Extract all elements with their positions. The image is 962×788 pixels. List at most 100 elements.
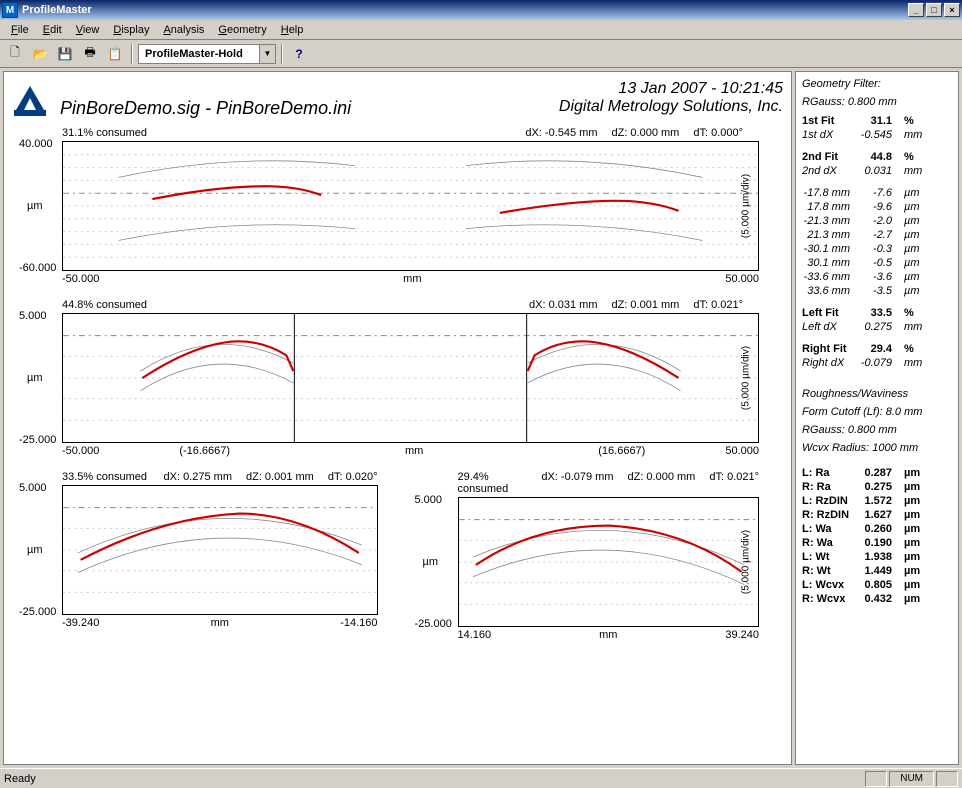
dev-val: -0.5 xyxy=(858,256,904,270)
plot4-dx: dX: -0.079 mm xyxy=(541,471,613,495)
plot2-ymax: 5.000 xyxy=(19,310,47,322)
plot2[interactable]: 5.000 µm -25.000 (5.000 µm/div) xyxy=(62,313,759,443)
rw-hdr: Roughness/Waviness xyxy=(802,388,952,400)
file-names: PinBoreDemo.sig - PinBoreDemo.ini xyxy=(60,98,351,119)
dev-unit: µm xyxy=(904,186,952,200)
plot1-ymin: -60.000 xyxy=(19,262,56,274)
plot4[interactable]: 5.000 µm -25.000 (5.000 µm/div) xyxy=(458,497,760,627)
plot4-yscale: (5.000 µm/div) xyxy=(740,530,751,594)
menu-help[interactable]: Help xyxy=(274,22,311,38)
dev-val: -3.5 xyxy=(858,284,904,298)
rw-unit: µm xyxy=(904,494,952,508)
rw-unit: µm xyxy=(904,536,952,550)
plot1-xmax: 50.000 xyxy=(725,273,759,285)
plot3-xmin: -39.240 xyxy=(62,617,99,629)
dev-val: -7.6 xyxy=(858,186,904,200)
rw-unit: µm xyxy=(904,466,952,480)
plot1-yunit: µm xyxy=(27,200,43,212)
rw-unit: µm xyxy=(904,480,952,494)
plot2-xmark1: (-16.6667) xyxy=(179,445,230,457)
plot3[interactable]: 5.000 µm -25.000 xyxy=(62,485,378,615)
fit2-unit: % xyxy=(904,150,952,164)
dev-unit: µm xyxy=(904,242,952,256)
save-button[interactable]: 💾 xyxy=(54,43,76,65)
window-title: ProfileMaster xyxy=(22,4,908,16)
dev-unit: µm xyxy=(904,270,952,284)
plot1-dz: dZ: 0.000 mm xyxy=(611,127,679,139)
dev-label: -30.1 mm xyxy=(802,242,858,256)
fit2-val: 44.8 xyxy=(858,150,904,164)
status-text: Ready xyxy=(4,773,863,785)
leftdx-unit: mm xyxy=(904,320,952,334)
plot1-consumed: 31.1% consumed xyxy=(62,127,525,139)
fit2dx-label: 2nd dX xyxy=(802,164,858,178)
fit1-val: 31.1 xyxy=(858,114,904,128)
plot1-dx: dX: -0.545 mm xyxy=(525,127,597,139)
open-button[interactable]: 📂 xyxy=(29,43,51,65)
plot3-dt: dT: 0.020° xyxy=(328,471,378,483)
menu-analysis[interactable]: Analysis xyxy=(156,22,211,38)
rw-val: 0.805 xyxy=(858,578,904,592)
rw-val: 1.938 xyxy=(858,550,904,564)
plot1-xunit: mm xyxy=(99,273,725,285)
fit2dx-unit: mm xyxy=(904,164,952,178)
status-box-1 xyxy=(865,771,887,787)
menu-file[interactable]: File xyxy=(4,22,36,38)
geo-filter-hdr: Geometry Filter: xyxy=(802,78,952,90)
plot2-xmark2: (16.6667) xyxy=(598,445,645,457)
rightdx-val: -0.079 xyxy=(858,356,904,370)
plot3-consumed: 33.5% consumed xyxy=(62,471,164,483)
dev-unit: µm xyxy=(904,200,952,214)
rightdx-unit: mm xyxy=(904,356,952,370)
maximize-button[interactable]: □ xyxy=(926,3,942,17)
rw-label: R: Wcvx xyxy=(802,592,858,606)
plot2-consumed: 44.8% consumed xyxy=(62,299,529,311)
close-button[interactable]: × xyxy=(944,3,960,17)
rw-val: 0.275 xyxy=(858,480,904,494)
print-button[interactable]: 🖶 xyxy=(79,43,101,65)
side-panel: Geometry Filter: RGauss: 0.800 mm 1st Fi… xyxy=(795,71,959,765)
dev-label: 17.8 mm xyxy=(802,200,858,214)
plot1[interactable]: 40.000 µm -60.000 (5.000 µm/div) xyxy=(62,141,759,271)
minimize-button[interactable]: _ xyxy=(908,3,924,17)
new-button[interactable]: 🗋 xyxy=(4,43,26,65)
fit1-label: 1st Fit xyxy=(802,114,858,128)
timestamp: 13 Jan 2007 - 10:21:45 xyxy=(60,80,783,98)
profile-select-value: ProfileMaster-Hold xyxy=(139,48,259,60)
leftdx-label: Left dX xyxy=(802,320,858,334)
dev-unit: µm xyxy=(904,256,952,270)
dev-label: 33.6 mm xyxy=(802,284,858,298)
dev-val: -0.3 xyxy=(858,242,904,256)
dev-val: -3.6 xyxy=(858,270,904,284)
rw-unit: µm xyxy=(904,564,952,578)
plot3-dz: dZ: 0.001 mm xyxy=(246,471,314,483)
copy-button[interactable]: 📋 xyxy=(104,43,126,65)
fit1-unit: % xyxy=(904,114,952,128)
menu-edit[interactable]: Edit xyxy=(36,22,69,38)
logo-icon xyxy=(12,82,48,118)
menu-geometry[interactable]: Geometry xyxy=(211,22,273,38)
dev-val: -2.7 xyxy=(858,228,904,242)
rightdx-label: Right dX xyxy=(802,356,858,370)
profile-select[interactable]: ProfileMaster-Hold ▼ xyxy=(138,44,276,64)
rw-unit: µm xyxy=(904,508,952,522)
plot2-yscale: (5.000 µm/div) xyxy=(740,346,751,410)
menu-display[interactable]: Display xyxy=(106,22,156,38)
rw-label: L: Wa xyxy=(802,522,858,536)
company-name: Digital Metrology Solutions, Inc. xyxy=(351,98,783,119)
rw-rgauss: RGauss: 0.800 mm xyxy=(802,424,952,436)
dev-label: -17.8 mm xyxy=(802,186,858,200)
plot2-ymin: -25.000 xyxy=(19,434,56,446)
plot3-xunit: mm xyxy=(99,617,340,629)
separator xyxy=(131,44,133,64)
plot1-ymax: 40.000 xyxy=(19,138,53,150)
rw-val: 1.627 xyxy=(858,508,904,522)
separator xyxy=(281,44,283,64)
leftdx-val: 0.275 xyxy=(858,320,904,334)
fit2dx-val: 0.031 xyxy=(858,164,904,178)
help-button[interactable]: ? xyxy=(288,43,310,65)
plot4-xmin: 14.160 xyxy=(458,629,492,641)
chevron-down-icon[interactable]: ▼ xyxy=(259,45,275,63)
rw-label: L: RzDIN xyxy=(802,494,858,508)
menu-view[interactable]: View xyxy=(69,22,107,38)
